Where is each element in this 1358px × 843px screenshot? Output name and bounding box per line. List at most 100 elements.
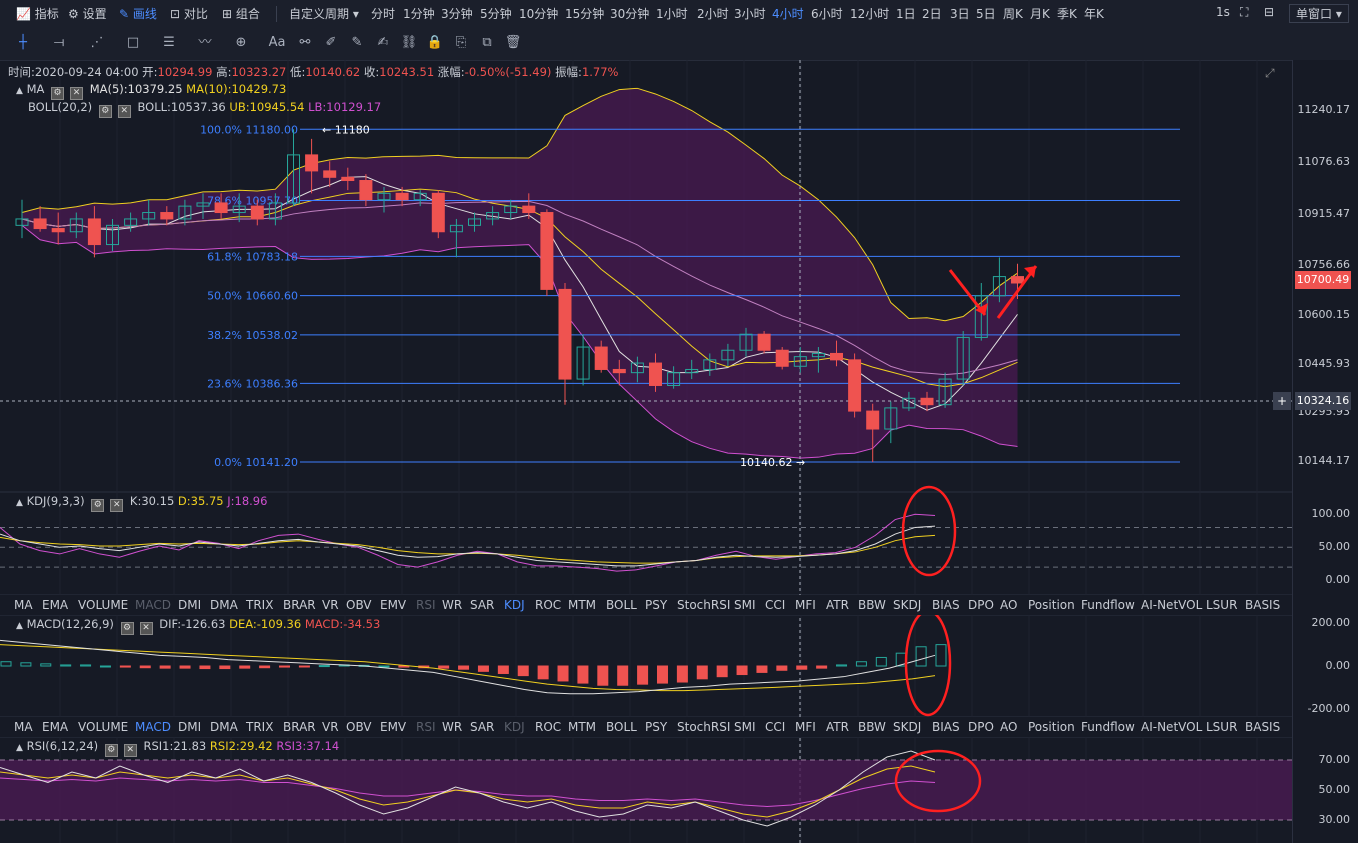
screenshot-icon[interactable]: ⊟ [1264,5,1274,19]
indicator-tab-VOLUME[interactable]: VOLUME [78,598,128,612]
indicator-tab-PSY[interactable]: PSY [645,720,667,734]
compare-button[interactable]: ⊡ 对比 [170,5,208,22]
custom-period-dropdown[interactable]: 自定义周期 ▾ [289,5,359,22]
close-icon[interactable]: ✕ [139,622,153,635]
collapse-icon[interactable]: ▲ [16,498,23,508]
indicator-tab-MTM[interactable]: MTM [568,720,596,734]
draw-button[interactable]: ✎ 画线 [119,5,157,22]
hide-icon[interactable]: ⧉ [478,34,496,52]
indicator-tab-Position[interactable]: Position [1028,720,1075,734]
timeframe-3日[interactable]: 3日 [950,5,970,22]
timeframe-30分钟[interactable]: 30分钟 [610,5,649,22]
indicator-tab-BRAR[interactable]: BRAR [283,720,316,734]
indicator-tab-BOLL[interactable]: BOLL [606,720,637,734]
indicator-tab-SKDJ[interactable]: SKDJ [893,720,921,734]
timeframe-季K[interactable]: 季K [1057,5,1077,22]
indicator-tab-WR[interactable]: WR [442,598,462,612]
add-alert-icon[interactable]: + [1273,392,1291,410]
settings-icon[interactable]: ⚙ [120,622,134,635]
indicator-tab-DMA[interactable]: DMA [210,720,238,734]
indicator-tab-AI-NetVOL[interactable]: AI-NetVOL [1141,598,1202,612]
indicator-tab-MACD[interactable]: MACD [135,720,171,734]
indicator-tab-EMV[interactable]: EMV [380,598,406,612]
indicator-tab-CCI[interactable]: CCI [765,598,785,612]
timeframe-分时[interactable]: 分时 [371,5,395,22]
indicator-tab-LSUR[interactable]: LSUR [1206,720,1237,734]
indicator-tab-RSI[interactable]: RSI [416,598,436,612]
indicator-tab-TRIX[interactable]: TRIX [246,720,273,734]
indicator-tab-RSI[interactable]: RSI [416,720,436,734]
wave-icon[interactable]: 〰 [196,34,214,52]
indicator-tab-SMI[interactable]: SMI [734,720,756,734]
text-icon[interactable]: Aa [268,34,286,52]
indicator-tab-DMI[interactable]: DMI [178,598,201,612]
indicator-tab-BOLL[interactable]: BOLL [606,598,637,612]
timeframe-10分钟[interactable]: 10分钟 [519,5,558,22]
indicator-tab-AO[interactable]: AO [1000,598,1017,612]
indicator-tab-OBV[interactable]: OBV [346,598,372,612]
settings-button[interactable]: ⚙ 设置 [68,5,107,22]
settings-icon[interactable]: ⚙ [104,744,118,757]
combo-button[interactable]: ⊞ 组合 [222,5,260,22]
indicator-tab-PSY[interactable]: PSY [645,598,667,612]
collapse-icon[interactable]: ▲ [16,621,23,631]
timeframe-2小时[interactable]: 2小时 [697,5,729,22]
indicator-tab-AO[interactable]: AO [1000,720,1017,734]
indicator-tab-MFI[interactable]: MFI [795,598,816,612]
indicator-tab-VR[interactable]: VR [322,598,339,612]
indicator-tab-BBW[interactable]: BBW [858,720,886,734]
settings-icon[interactable]: ⚙ [51,87,65,100]
close-icon[interactable]: ✕ [123,744,137,757]
indicator-tab-EMV[interactable]: EMV [380,720,406,734]
settings-icon[interactable]: ⚙ [98,105,112,118]
timeframe-1分钟[interactable]: 1分钟 [403,5,435,22]
indicator-tab-EMA[interactable]: EMA [42,598,68,612]
trash-icon[interactable]: 🗑 [504,34,522,52]
indicator-tab-MACD[interactable]: MACD [135,598,171,612]
indicator-tab-BIAS[interactable]: BIAS [932,598,960,612]
indicator-tab-BIAS[interactable]: BIAS [932,720,960,734]
expand-icon[interactable]: ⤢ [1265,66,1275,81]
indicator-tab-ROC[interactable]: ROC [535,720,561,734]
indicator-tab-LSUR[interactable]: LSUR [1206,598,1237,612]
copy-icon[interactable]: ⎘ [452,34,470,52]
indicator-tab-WR[interactable]: WR [442,720,462,734]
indicator-tab-VOLUME[interactable]: VOLUME [78,720,128,734]
indicator-tab-SAR[interactable]: SAR [470,598,494,612]
timeframe-5日[interactable]: 5日 [976,5,996,22]
indicator-tab-Fundflow[interactable]: Fundflow [1081,598,1135,612]
collapse-icon[interactable]: ▲ [16,743,23,753]
indicator-tab-EMA[interactable]: EMA [42,720,68,734]
indicator-tab-StochRSI[interactable]: StochRSI [677,598,730,612]
link-icon[interactable]: ⛓ [400,34,418,52]
indicator-tab-Fundflow[interactable]: Fundflow [1081,720,1135,734]
timeframe-2日[interactable]: 2日 [922,5,942,22]
indicator-tab-DPO[interactable]: DPO [968,720,994,734]
indicator-tab-BBW[interactable]: BBW [858,598,886,612]
timeframe-4小时[interactable]: 4小时 [772,5,804,22]
settings-icon[interactable]: ⚙ [91,499,105,512]
indicators-button[interactable]: 📈 指标 [16,5,59,22]
edit-icon[interactable]: ✍ [374,34,392,52]
trend-line-icon[interactable]: ⋰ [88,34,106,52]
indicator-tab-MA[interactable]: MA [14,720,33,734]
timeframe-1小时[interactable]: 1小时 [656,5,688,22]
brush-icon[interactable]: ✐ [322,34,340,52]
indicator-tab-SAR[interactable]: SAR [470,720,494,734]
timeframe-3分钟[interactable]: 3分钟 [441,5,473,22]
indicator-tab-MA[interactable]: MA [14,598,33,612]
indicator-tab-ATR[interactable]: ATR [826,598,849,612]
indicator-tab-MTM[interactable]: MTM [568,598,596,612]
crosshair-icon[interactable]: ┼ [14,34,32,52]
magnet-icon[interactable]: ⚯ [296,34,314,52]
indicator-tab-VR[interactable]: VR [322,720,339,734]
indicator-tab-ATR[interactable]: ATR [826,720,849,734]
horizontal-line-icon[interactable]: ⟞ [50,34,68,52]
collapse-icon[interactable]: ▲ [16,86,23,96]
fullscreen-icon[interactable]: ⛶ [1240,5,1248,20]
timeframe-6小时[interactable]: 6小时 [811,5,843,22]
timeframe-12小时[interactable]: 12小时 [850,5,889,22]
indicator-tab-TRIX[interactable]: TRIX [246,598,273,612]
indicator-tab-BASIS[interactable]: BASIS [1245,598,1280,612]
close-icon[interactable]: ✕ [110,499,124,512]
